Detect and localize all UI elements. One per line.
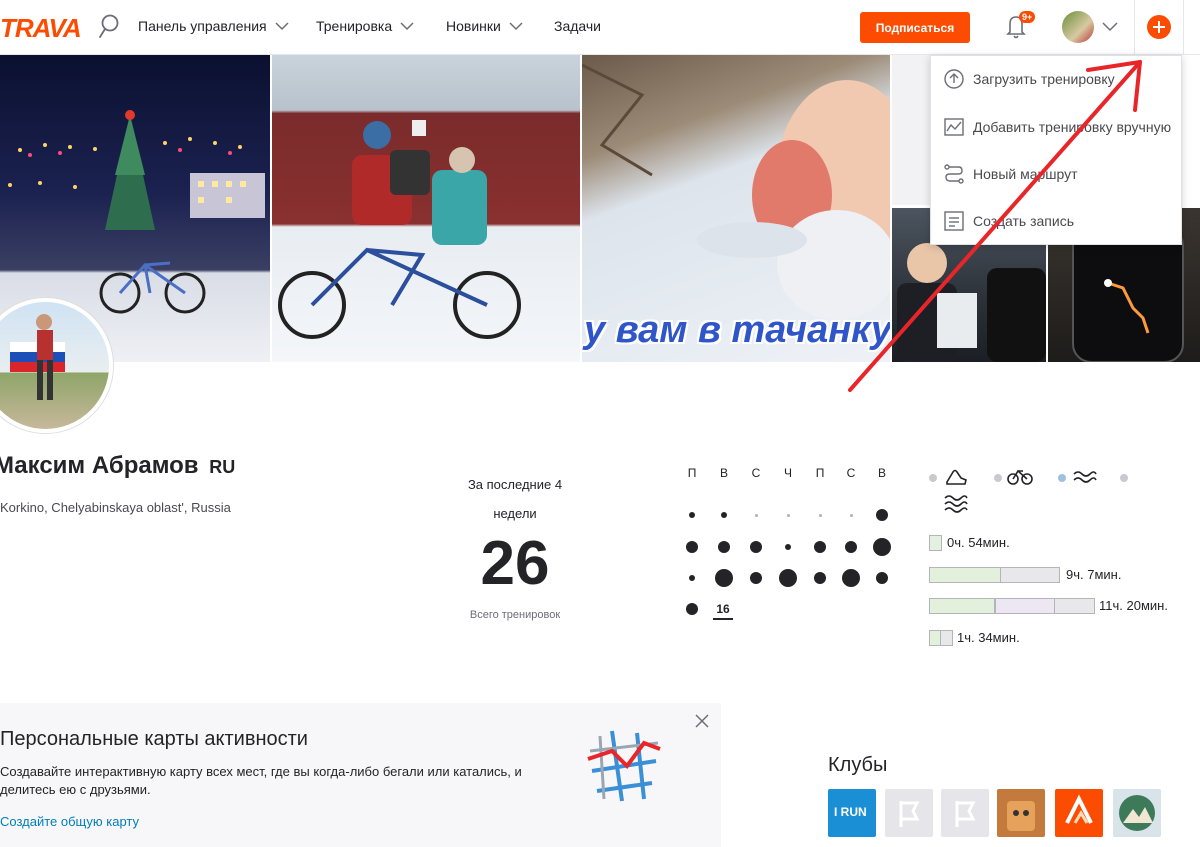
calendar-day-header: Ч bbox=[784, 466, 792, 480]
calendar-activity-dot[interactable] bbox=[750, 541, 762, 553]
strava-icon bbox=[1065, 794, 1093, 824]
calendar-activity-dot[interactable] bbox=[814, 572, 826, 584]
club-tile[interactable] bbox=[885, 789, 933, 837]
club-tile[interactable] bbox=[1113, 789, 1161, 837]
calendar-day-header: С bbox=[751, 466, 761, 480]
calendar-day-header: В bbox=[877, 466, 886, 480]
app-root: TRAVA Панель управления Тренировка Новин… bbox=[0, 0, 1200, 847]
clubs-title: Клубы bbox=[828, 754, 888, 776]
bar-label: 1ч. 34мин. bbox=[957, 630, 1020, 645]
club-tile[interactable]: I RUN bbox=[828, 789, 876, 837]
calendar-activity-dot[interactable] bbox=[785, 544, 791, 550]
calendar-today-date: 16 bbox=[713, 602, 733, 620]
calendar-activity-dot[interactable] bbox=[689, 512, 695, 518]
athlete-name: Максим Абрамов bbox=[0, 452, 199, 479]
bar-fill bbox=[929, 535, 942, 551]
run-icon[interactable] bbox=[943, 464, 969, 490]
calendar-activity-dot[interactable] bbox=[873, 538, 891, 556]
calendar-activity-dot[interactable] bbox=[718, 541, 730, 553]
sport-dot bbox=[1058, 474, 1066, 482]
club-logo-icon bbox=[1119, 795, 1155, 831]
athlete-name-row: Максим Абрамов RU bbox=[0, 452, 235, 480]
calendar-activity-dot[interactable] bbox=[786, 513, 790, 517]
calendar-activity-dot[interactable] bbox=[750, 572, 762, 584]
stats-total-count: 26 bbox=[480, 529, 550, 598]
bar-fill-secondary bbox=[995, 598, 1055, 614]
club-placeholder-icon bbox=[899, 801, 920, 827]
promo-title: Персональные карты активности bbox=[0, 728, 308, 750]
calendar-day-header: П bbox=[815, 466, 825, 480]
bar-label: 11ч. 20мин. bbox=[1099, 598, 1168, 613]
stats-period-label: За последние 4 недели bbox=[467, 477, 563, 521]
club-tile[interactable] bbox=[997, 789, 1045, 837]
sport-dot bbox=[994, 474, 1002, 482]
calendar-day-header: В bbox=[719, 466, 728, 480]
calendar-activity-dot[interactable] bbox=[779, 569, 797, 587]
calendar-activity-dot[interactable] bbox=[686, 603, 698, 615]
calendar-activity-dot[interactable] bbox=[842, 569, 860, 587]
heatmap-promo: Персональные карты активности Создавайте… bbox=[0, 703, 721, 847]
calendar-activity-dot[interactable] bbox=[715, 569, 733, 587]
calendar-activity-dot[interactable] bbox=[754, 513, 758, 517]
club-tile[interactable] bbox=[1055, 789, 1103, 837]
calendar-activity-dot[interactable] bbox=[721, 512, 727, 518]
swim-icon[interactable] bbox=[1072, 466, 1098, 488]
other-sport-icon[interactable] bbox=[943, 492, 969, 514]
club-placeholder-icon bbox=[955, 801, 976, 827]
bar-label: 0ч. 54мин. bbox=[947, 535, 1010, 550]
club-tile[interactable] bbox=[941, 789, 989, 837]
country-code: RU bbox=[209, 457, 236, 477]
promo-link[interactable]: Создайте общую карту bbox=[0, 814, 139, 829]
bike-icon[interactable] bbox=[1007, 466, 1033, 486]
bar-fill bbox=[929, 630, 941, 646]
stats-total-label: Всего тренировок bbox=[469, 609, 561, 621]
calendar-day-header: П bbox=[687, 466, 697, 480]
promo-text: Создавайте интерактивную карту всех мест… bbox=[0, 764, 522, 797]
sport-dot bbox=[1120, 474, 1128, 482]
calendar-activity-dot[interactable] bbox=[689, 575, 695, 581]
calendar-activity-dot[interactable] bbox=[686, 541, 698, 553]
calendar-activity-dot[interactable] bbox=[849, 513, 853, 517]
calendar-activity-dot[interactable] bbox=[876, 572, 888, 584]
club-name: I RUN bbox=[834, 805, 867, 819]
calendar-activity-dot[interactable] bbox=[845, 541, 857, 553]
athlete-location: Korkino, Chelyabinskaya oblast', Russia bbox=[0, 500, 231, 515]
calendar-activity-dot[interactable] bbox=[818, 513, 822, 517]
bar-fill bbox=[929, 567, 1001, 583]
club-logo-icon bbox=[1007, 801, 1035, 831]
bar-fill bbox=[929, 598, 995, 614]
calendar-activity-dot[interactable] bbox=[814, 541, 826, 553]
calendar-activity-dot[interactable] bbox=[876, 509, 888, 521]
map-icon bbox=[587, 730, 661, 802]
calendar-day-header: С bbox=[846, 466, 856, 480]
close-icon[interactable] bbox=[694, 713, 710, 729]
bar-label: 9ч. 7мин. bbox=[1066, 567, 1122, 582]
sport-dot bbox=[929, 474, 937, 482]
